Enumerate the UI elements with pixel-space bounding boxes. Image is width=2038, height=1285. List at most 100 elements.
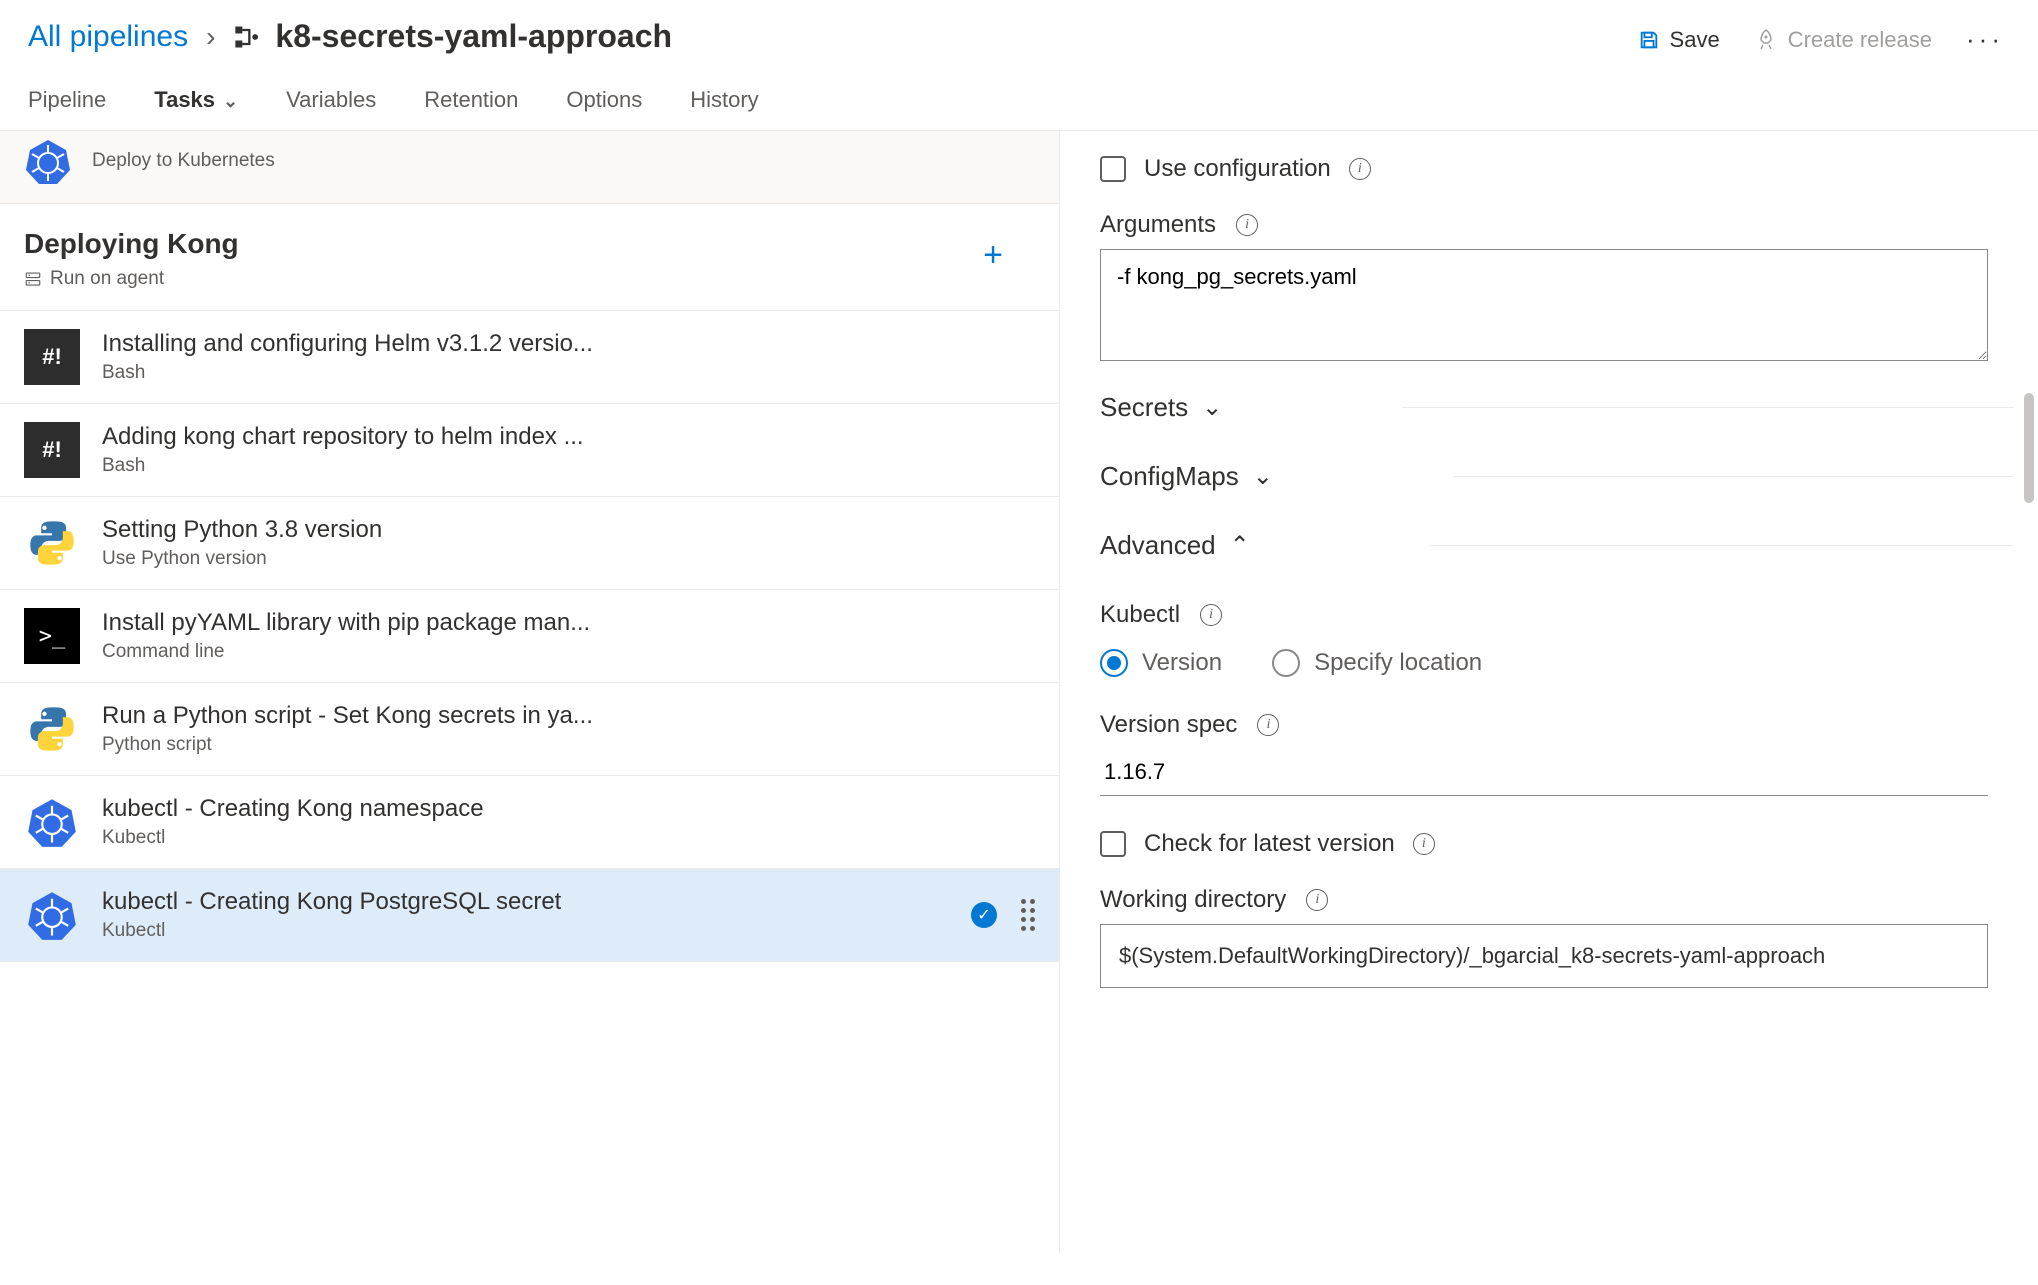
add-task-button[interactable]: +	[983, 236, 1003, 275]
create-release-label: Create release	[1788, 27, 1932, 53]
terminal-icon: >_	[24, 608, 80, 664]
radio-specify-location[interactable]: Specify location	[1272, 649, 1482, 677]
working-directory-input[interactable]: $(System.DefaultWorkingDirectory)/_bgarc…	[1100, 924, 1988, 988]
task-item[interactable]: Setting Python 3.8 version Use Python ve…	[0, 497, 1059, 590]
drag-handle-icon[interactable]	[1021, 899, 1035, 931]
kubernetes-icon	[26, 796, 78, 848]
pipeline-title: k8-secrets-yaml-approach	[275, 18, 672, 55]
task-list: #! Installing and configuring Helm v3.1.…	[0, 311, 1059, 962]
stage-subtitle: Deploy to Kubernetes	[92, 150, 275, 172]
section-advanced-label: Advanced	[1100, 530, 1216, 561]
status-ok-icon: ✓	[971, 902, 997, 928]
bash-icon: #!	[24, 329, 80, 385]
tab-retention[interactable]: Retention	[424, 87, 518, 129]
radio-specify-label: Specify location	[1314, 649, 1482, 677]
version-spec-input[interactable]	[1100, 749, 1988, 796]
chevron-down-icon: ⌄	[1253, 462, 1273, 491]
info-icon[interactable]: i	[1413, 833, 1435, 855]
section-configmaps-label: ConfigMaps	[1100, 461, 1239, 492]
radio-version[interactable]: Version	[1100, 649, 1222, 677]
breadcrumb-root-link[interactable]: All pipelines	[28, 20, 188, 54]
task-name: Run a Python script - Set Kong secrets i…	[102, 702, 593, 730]
divider	[1453, 476, 2014, 477]
agent-job-block[interactable]: Deploying Kong Run on agent +	[0, 204, 1059, 311]
header-actions: Save Create release ···	[1638, 24, 2004, 55]
radio-version-label: Version	[1142, 649, 1222, 677]
task-type: Bash	[102, 362, 593, 384]
task-type: Python script	[102, 734, 593, 756]
kubectl-label: Kubectl	[1100, 601, 1180, 629]
divider	[1402, 407, 2014, 408]
save-button[interactable]: Save	[1638, 27, 1720, 53]
kubernetes-icon	[26, 889, 78, 941]
task-type: Bash	[102, 455, 584, 477]
radio-specify-input[interactable]	[1272, 649, 1300, 677]
tab-history[interactable]: History	[690, 87, 758, 129]
tab-pipeline[interactable]: Pipeline	[28, 87, 106, 129]
kubernetes-icon	[24, 137, 72, 185]
section-configmaps[interactable]: ConfigMaps ⌄	[1100, 451, 1273, 502]
version-spec-label: Version spec	[1100, 711, 1237, 739]
tab-tasks-label: Tasks	[154, 87, 215, 112]
tab-variables[interactable]: Variables	[286, 87, 376, 129]
breadcrumb-row: All pipelines › k8-secrets-yaml-approach…	[0, 0, 2038, 69]
chevron-up-icon: ⌃	[1230, 531, 1250, 560]
info-icon[interactable]: i	[1200, 604, 1222, 626]
create-release-button[interactable]: Create release	[1754, 27, 1932, 53]
task-type: Kubectl	[102, 920, 561, 942]
use-configuration-checkbox[interactable]	[1100, 156, 1126, 182]
section-secrets[interactable]: Secrets ⌄	[1100, 382, 1222, 433]
scrollbar[interactable]	[2024, 393, 2034, 503]
task-name: kubectl - Creating Kong PostgreSQL secre…	[102, 888, 561, 916]
agent-job-subtitle: Run on agent	[50, 268, 164, 290]
python-icon	[26, 703, 78, 755]
save-button-label: Save	[1670, 27, 1720, 53]
agent-job-title: Deploying Kong	[24, 228, 239, 260]
use-configuration-label: Use configuration	[1144, 155, 1331, 183]
task-name: Setting Python 3.8 version	[102, 516, 382, 544]
section-advanced[interactable]: Advanced ⌃	[1100, 520, 1250, 571]
tab-tasks[interactable]: Tasks ⌄	[154, 87, 238, 129]
task-item[interactable]: kubectl - Creating Kong namespace Kubect…	[0, 776, 1059, 869]
divider	[1430, 545, 2014, 546]
stage-header-partial[interactable]: Deploy to Kubernetes	[0, 131, 1059, 204]
main-pane: Deploy to Kubernetes Deploying Kong Run …	[0, 130, 2038, 1253]
task-name: Install pyYAML library with pip package …	[102, 609, 590, 637]
save-icon	[1638, 29, 1660, 51]
task-item[interactable]: #! Installing and configuring Helm v3.1.…	[0, 311, 1059, 404]
section-secrets-label: Secrets	[1100, 392, 1188, 423]
tasks-pane: Deploy to Kubernetes Deploying Kong Run …	[0, 130, 1060, 1253]
task-details-pane: Use configuration i Arguments i Secrets …	[1060, 130, 2038, 1253]
arguments-label: Arguments	[1100, 211, 1216, 239]
info-icon[interactable]: i	[1257, 714, 1279, 736]
chevron-down-icon: ⌄	[1202, 393, 1222, 422]
arguments-input[interactable]	[1100, 249, 1988, 361]
rocket-icon	[1754, 28, 1778, 52]
server-icon	[24, 270, 42, 288]
tabs-row: Pipeline Tasks ⌄ Variables Retention Opti…	[0, 69, 2038, 130]
more-actions-button[interactable]: ···	[1966, 24, 2004, 55]
breadcrumb-separator: ›	[206, 21, 215, 53]
task-item[interactable]: Run a Python script - Set Kong secrets i…	[0, 683, 1059, 776]
check-latest-checkbox[interactable]	[1100, 831, 1126, 857]
radio-version-input[interactable]	[1100, 649, 1128, 677]
chevron-down-icon: ⌄	[223, 91, 238, 111]
task-type: Command line	[102, 641, 590, 663]
tab-options[interactable]: Options	[566, 87, 642, 129]
task-item[interactable]: #! Adding kong chart repository to helm …	[0, 404, 1059, 497]
info-icon[interactable]: i	[1236, 214, 1258, 236]
task-item[interactable]: >_ Install pyYAML library with pip packa…	[0, 590, 1059, 683]
pipeline-icon	[233, 23, 261, 51]
working-directory-label: Working directory	[1100, 886, 1286, 914]
task-item[interactable]: kubectl - Creating Kong PostgreSQL secre…	[0, 869, 1059, 962]
task-type: Use Python version	[102, 548, 382, 570]
info-icon[interactable]: i	[1306, 889, 1328, 911]
task-name: Adding kong chart repository to helm ind…	[102, 423, 584, 451]
python-icon	[26, 517, 78, 569]
task-name: kubectl - Creating Kong namespace	[102, 795, 484, 823]
task-type: Kubectl	[102, 827, 484, 849]
task-name: Installing and configuring Helm v3.1.2 v…	[102, 330, 593, 358]
bash-icon: #!	[24, 422, 80, 478]
check-latest-label: Check for latest version	[1144, 830, 1395, 858]
info-icon[interactable]: i	[1349, 158, 1371, 180]
